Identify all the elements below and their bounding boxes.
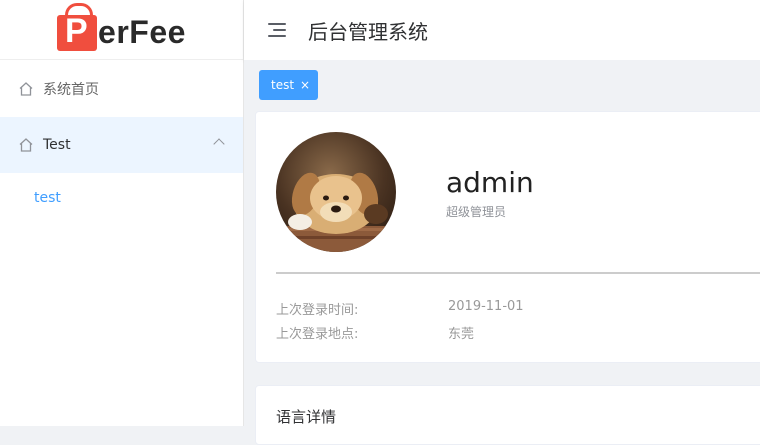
puppy-avatar-image: [276, 132, 396, 252]
card-title: 语言详情: [276, 408, 337, 426]
logo-letter: P: [65, 11, 88, 50]
info-label: 上次登录时间:: [276, 303, 359, 318]
logo-text: erFee: [98, 14, 186, 50]
last-login-place-row: 上次登录地点: 东莞: [276, 323, 474, 342]
language-card: 语言详情: [255, 385, 760, 445]
tags-bar: test ×: [244, 60, 760, 110]
tag-test[interactable]: test ×: [259, 70, 319, 100]
divider: [276, 272, 760, 274]
user-role: 超级管理员: [446, 205, 507, 219]
last-login-time-row: 上次登录时间: 2019-11-01: [276, 299, 524, 318]
user-info-card: admin 超级管理员 上次登录时间: 2019-11-01 上次登录地点: 东…: [255, 111, 760, 363]
home-icon: [19, 82, 33, 96]
top-header: 后台管理系统: [244, 0, 760, 60]
sidebar-subitem-test[interactable]: test: [0, 173, 243, 223]
avatar: [276, 132, 396, 252]
sidebar-item-test[interactable]: Test: [0, 117, 243, 173]
user-name: admin: [446, 166, 534, 199]
hamburger-icon[interactable]: [268, 23, 286, 37]
sidebar: P erFee 系统首页 Test test: [0, 0, 244, 426]
info-value: 2019-11-01: [448, 299, 524, 314]
shopping-bag-icon: P: [57, 2, 98, 51]
close-icon[interactable]: ×: [300, 79, 310, 91]
info-label: 上次登录地点:: [276, 327, 359, 342]
info-value: 东莞: [448, 327, 475, 342]
sidebar-item-home[interactable]: 系统首页: [0, 61, 243, 117]
sidebar-item-label: Test: [43, 137, 71, 153]
page-title: 后台管理系统: [308, 19, 428, 44]
home-icon: [19, 138, 33, 152]
app-logo[interactable]: P erFee: [0, 0, 243, 60]
chevron-up-icon[interactable]: [213, 138, 225, 150]
sidebar-subitem-label: test: [34, 190, 61, 206]
sidebar-item-label: 系统首页: [43, 82, 99, 98]
tag-label: test: [271, 78, 295, 92]
